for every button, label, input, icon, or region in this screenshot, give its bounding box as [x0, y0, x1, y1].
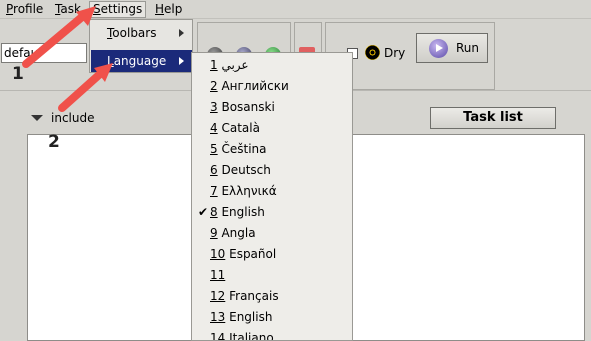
language-item-number: 9	[210, 226, 218, 240]
language-item[interactable]: 14 Italiano	[192, 328, 352, 341]
run-button-label: Run	[456, 41, 480, 55]
language-item-number: 8	[210, 205, 218, 219]
language-item-name: English	[221, 205, 265, 219]
language-item-selected[interactable]: ✔ 8 English	[192, 202, 352, 223]
run-button[interactable]: Run	[416, 33, 488, 63]
language-item-name: Deutsch	[221, 163, 271, 177]
language-item[interactable]: 7 Ελληνικά	[192, 181, 352, 202]
language-item-name: Angla	[221, 226, 256, 240]
language-item-name: عربي	[221, 58, 249, 72]
language-item-number: 6	[210, 163, 218, 177]
language-item-name: Català	[221, 121, 260, 135]
callout-one: 1	[12, 64, 24, 84]
language-item-number: 11	[210, 268, 226, 282]
language-label: anguage	[113, 54, 167, 68]
language-item[interactable]: 4 Català	[192, 118, 352, 139]
tree-node-label: include	[51, 111, 95, 125]
language-item-name: Bosanski	[221, 100, 275, 114]
language-item-name: Español	[229, 247, 277, 261]
language-item[interactable]: 1 عربي	[192, 55, 352, 76]
menu-profile-mnemonic: P	[6, 2, 14, 16]
expander-arrow-icon[interactable]	[31, 115, 43, 121]
menu-item-toolbars[interactable]: Toolbars	[91, 22, 192, 44]
language-item-number: 2	[210, 79, 218, 93]
language-item[interactable]: 2 Английски	[192, 76, 352, 97]
toolbars-label: oolbars	[112, 26, 157, 40]
language-item-number: 14	[210, 331, 226, 341]
language-item-name: Ελληνικά	[221, 184, 277, 198]
radiation-icon	[365, 45, 380, 60]
language-item-name: English	[229, 310, 273, 324]
menu-profile-label: rofile	[13, 2, 44, 16]
menu-settings-label: ettings	[100, 2, 143, 16]
menu-task[interactable]: Task	[51, 1, 85, 18]
language-submenu: 1 عربي 2 Английски 3 Bosanski 4 Català 5…	[191, 52, 353, 341]
language-item[interactable]: 6 Deutsch	[192, 160, 352, 181]
menu-settings-mnemonic: S	[93, 2, 101, 16]
menu-item-language[interactable]: Language	[91, 50, 192, 72]
menu-bar: Profile Task Settings Help	[0, 0, 591, 19]
menu-profile[interactable]: Profile	[2, 1, 47, 18]
language-item-number: 13	[210, 310, 226, 324]
menu-help-label: elp	[164, 2, 183, 16]
menu-help[interactable]: Help	[151, 1, 186, 18]
language-item[interactable]: 10 Español	[192, 244, 352, 265]
play-icon	[429, 39, 448, 58]
settings-menu: Toolbars Language	[89, 19, 193, 73]
submenu-arrow-icon	[179, 57, 184, 65]
language-item-name: Čeština	[221, 142, 267, 156]
submenu-arrow-icon	[179, 29, 184, 37]
callout-two: 2	[48, 132, 60, 152]
language-item-number: 7	[210, 184, 218, 198]
language-item[interactable]: 13 English	[192, 307, 352, 328]
language-item-number: 4	[210, 121, 218, 135]
menu-settings[interactable]: Settings	[89, 1, 147, 18]
language-item-name: Français	[229, 289, 279, 303]
language-item-number: 12	[210, 289, 226, 303]
task-list-button[interactable]: Task list	[430, 107, 556, 129]
language-item[interactable]: 5 Čeština	[192, 139, 352, 160]
language-item[interactable]: 9 Angla	[192, 223, 352, 244]
language-item-number: 10	[210, 247, 226, 261]
language-item-number: 5	[210, 142, 218, 156]
profile-combo[interactable]: defaul	[1, 43, 87, 63]
dry-run-label: Dry	[384, 46, 406, 60]
language-item-name: Английски	[221, 79, 289, 93]
language-item-number: 1	[210, 58, 218, 72]
language-item-name: Italiano	[229, 331, 274, 341]
language-mnemonic: L	[107, 54, 114, 68]
menu-task-label: ask	[60, 2, 81, 16]
profile-combo-value: defaul	[4, 46, 42, 60]
language-item-number: 3	[210, 100, 218, 114]
language-item[interactable]: 11	[192, 265, 352, 286]
language-item[interactable]: 12 Français	[192, 286, 352, 307]
check-icon: ✔	[198, 205, 209, 219]
language-item[interactable]: 3 Bosanski	[192, 97, 352, 118]
menu-help-mnemonic: H	[155, 2, 165, 16]
